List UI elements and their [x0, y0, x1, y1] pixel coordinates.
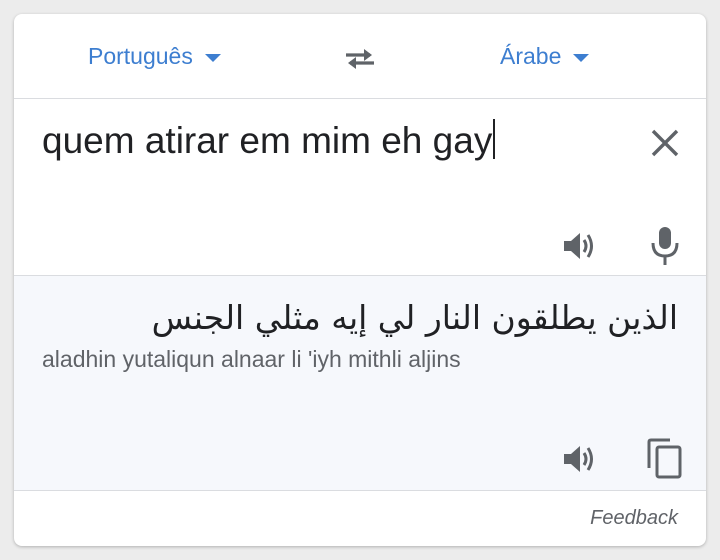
microphone-icon [651, 227, 679, 265]
text-cursor [493, 119, 496, 159]
swap-arrows-icon [346, 49, 374, 69]
transliteration-text: aladhin yutaliqun alnaar li 'iyh mithli … [42, 346, 461, 372]
copy-icon [647, 438, 682, 479]
speaker-icon [564, 446, 593, 472]
source-text: quem atirar em mim eh gay [42, 120, 493, 161]
speaker-icon [564, 233, 593, 259]
translation-listen-button[interactable] [562, 442, 600, 476]
source-language-label: Português [88, 42, 193, 69]
close-icon [651, 129, 679, 157]
target-language-label: Árabe [500, 42, 562, 69]
translation-output-area: الذين يطلقون النار لي إيه مثلي الجنس ala… [14, 276, 706, 491]
translate-card: Português Árabe quem atirar em mim eh ga… [14, 14, 706, 546]
feedback-link[interactable]: Feedback [590, 507, 678, 530]
language-bar: Português Árabe [14, 14, 706, 99]
copy-translation-button[interactable] [646, 438, 684, 480]
card-footer: Feedback [14, 491, 706, 546]
source-language-selector[interactable]: Português [88, 42, 221, 70]
voice-input-button[interactable] [650, 225, 680, 267]
translated-text: الذين يطلقون النار لي إيه مثلي الجنس [151, 298, 678, 337]
caret-down-icon [573, 54, 590, 62]
caret-down-icon [204, 54, 221, 62]
target-language-selector[interactable]: Árabe [500, 42, 590, 70]
clear-text-button[interactable] [648, 126, 682, 160]
source-listen-button[interactable] [562, 229, 600, 263]
input-area[interactable]: quem atirar em mim eh gay [14, 99, 706, 276]
swap-languages-button[interactable] [342, 42, 378, 74]
source-text-input[interactable]: quem atirar em mim eh gay [42, 119, 496, 162]
